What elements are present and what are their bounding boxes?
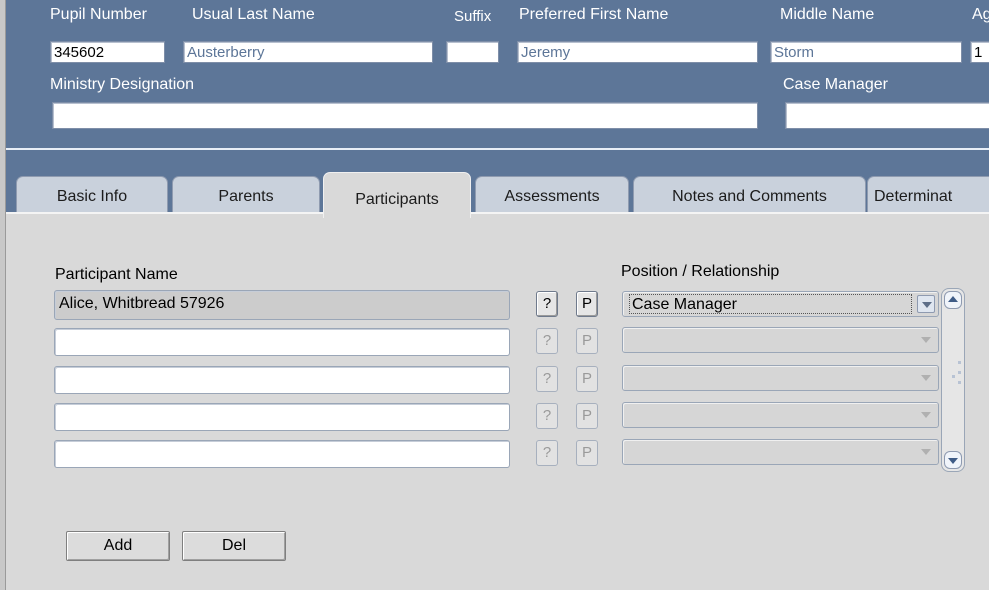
- preferred-first-name-field[interactable]: Jeremy: [517, 41, 758, 63]
- usual-last-name-field[interactable]: Austerberry: [183, 41, 433, 63]
- suffix-label: Suffix: [454, 8, 492, 25]
- scroll-up-icon[interactable]: [944, 291, 962, 309]
- chevron-down-icon[interactable]: [917, 406, 935, 424]
- tab-determination-label: Determinat: [874, 188, 953, 205]
- tab-notes-and-comments-label: Notes and Comments: [672, 188, 827, 205]
- tab-determination[interactable]: Determinat: [867, 176, 989, 212]
- participant-name-field[interactable]: [54, 440, 510, 468]
- preferred-first-name-label: Preferred First Name: [519, 6, 669, 23]
- ministry-designation-field[interactable]: [52, 102, 758, 129]
- pupil-number-field[interactable]: 345602: [50, 41, 165, 63]
- tab-assessments[interactable]: Assessments: [475, 176, 629, 212]
- p-button[interactable]: P: [576, 366, 598, 392]
- tab-parents-label: Parents: [218, 188, 274, 205]
- suffix-field[interactable]: [446, 41, 499, 63]
- chevron-down-icon[interactable]: [917, 369, 935, 387]
- application-window: Pupil Number Usual Last Name Suffix Pref…: [0, 0, 989, 590]
- scroll-grip: [958, 361, 961, 364]
- usual-last-name-label: Usual Last Name: [192, 6, 315, 23]
- tab-notes-and-comments[interactable]: Notes and Comments: [633, 176, 866, 212]
- p-button[interactable]: P: [576, 291, 598, 317]
- lookup-question-button[interactable]: ?: [536, 328, 558, 354]
- tab-basic-info[interactable]: Basic Info: [16, 176, 168, 212]
- scroll-grip: [958, 371, 961, 374]
- delete-button[interactable]: Del: [182, 531, 286, 561]
- add-button[interactable]: Add: [66, 531, 170, 561]
- position-select[interactable]: Case Manager: [622, 291, 939, 317]
- position-select[interactable]: [622, 365, 939, 391]
- record-scrollbar[interactable]: [941, 288, 965, 472]
- position-relationship-header: Position / Relationship: [621, 263, 780, 280]
- scroll-grip: [958, 381, 961, 384]
- case-manager-field[interactable]: [785, 102, 989, 129]
- chevron-down-icon[interactable]: [917, 295, 935, 313]
- participant-name-header: Participant Name: [55, 266, 178, 283]
- age-label: Ag: [972, 6, 989, 23]
- p-button[interactable]: P: [576, 440, 598, 466]
- scroll-down-icon[interactable]: [944, 451, 962, 469]
- tab-parents[interactable]: Parents: [172, 176, 320, 212]
- lookup-question-button[interactable]: ?: [536, 366, 558, 392]
- position-select[interactable]: [622, 439, 939, 465]
- tab-assessments-label: Assessments: [504, 188, 600, 205]
- lookup-question-button[interactable]: ?: [536, 403, 558, 429]
- participant-name-field[interactable]: Alice, Whitbread 57926: [54, 290, 510, 320]
- lookup-question-button[interactable]: ?: [536, 440, 558, 466]
- position-select[interactable]: [622, 327, 939, 353]
- case-manager-label: Case Manager: [783, 76, 888, 93]
- p-button[interactable]: P: [576, 328, 598, 354]
- middle-name-field[interactable]: Storm: [770, 41, 962, 63]
- tab-basic-info-label: Basic Info: [56, 188, 128, 205]
- chevron-down-icon[interactable]: [917, 443, 935, 461]
- position-select[interactable]: [622, 402, 939, 428]
- position-select-value: Case Manager: [629, 294, 912, 314]
- age-field[interactable]: 1: [970, 41, 989, 63]
- participant-name-field[interactable]: [54, 328, 510, 356]
- participant-name-field[interactable]: [54, 403, 510, 431]
- lookup-question-button[interactable]: ?: [536, 291, 558, 317]
- scroll-grip: [952, 375, 955, 378]
- tab-participants-label: Participants: [355, 191, 439, 208]
- p-button[interactable]: P: [576, 403, 598, 429]
- header-divider: [6, 148, 989, 150]
- pupil-number-label: Pupil Number: [50, 6, 147, 23]
- middle-name-label: Middle Name: [780, 6, 875, 23]
- participant-name-field[interactable]: [54, 366, 510, 394]
- chevron-down-icon[interactable]: [917, 331, 935, 349]
- tab-participants[interactable]: Participants: [323, 172, 471, 218]
- ministry-designation-label: Ministry Designation: [50, 76, 195, 93]
